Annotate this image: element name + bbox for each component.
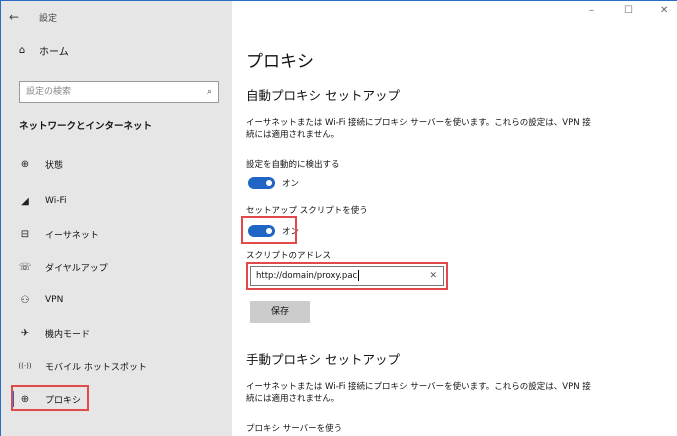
- sidebar-item-ethernet[interactable]: ⊟ イーサネット: [11, 223, 226, 245]
- home-icon: ⌂: [18, 45, 26, 56]
- section-heading: ネットワークとインターネット: [19, 121, 153, 132]
- sidebar-item-label: 状態: [45, 160, 64, 171]
- sidebar-item-label: モバイル ホットスポット: [45, 362, 147, 373]
- ethernet-icon: ⊟: [20, 228, 30, 240]
- maximize-icon[interactable]: ☐: [624, 5, 633, 16]
- vpn-icon: ⚇: [20, 294, 30, 306]
- settings-window: ← 設定 ⌂ ホーム 設定の検索 ⌕ ネットワークとインターネット ⊕ 状態 ◢…: [0, 0, 677, 436]
- manual-proxy-description: イーサネットまたは Wi-Fi 接続にプロキシ サーバーを使います。これらの設定…: [246, 382, 591, 404]
- sidebar-item-wifi[interactable]: ◢ Wi-Fi: [11, 190, 226, 212]
- sidebar-item-label: Wi-Fi: [45, 196, 67, 206]
- title-bar: ← 設定: [1, 1, 232, 33]
- auto-proxy-description: イーサネットまたは Wi-Fi 接続にプロキシ サーバーを使います。これらの設定…: [246, 118, 591, 140]
- page-title: プロキシ: [246, 52, 314, 72]
- save-button[interactable]: 保存: [250, 301, 310, 323]
- highlight-box-proxy-nav: [11, 385, 89, 411]
- setup-script-label: セットアップ スクリプトを使う: [246, 206, 368, 216]
- highlight-box-address: [246, 262, 448, 290]
- sidebar-item-mobile-hotspot[interactable]: ((·)) モバイル ホットスポット: [11, 355, 226, 377]
- home-nav[interactable]: ⌂ ホーム: [15, 43, 69, 58]
- search-placeholder: 設定の検索: [26, 87, 72, 97]
- sidebar-item-airplane-mode[interactable]: ✈ 機内モード: [11, 322, 226, 344]
- script-address-label: スクリプトのアドレス: [246, 251, 332, 261]
- manual-proxy-heading: 手動プロキシ セットアップ: [246, 352, 400, 367]
- status-globe-icon: ⊕: [20, 158, 30, 170]
- hotspot-icon: ((·)): [18, 362, 32, 370]
- sidebar-item-label: 機内モード: [45, 329, 91, 340]
- sidebar-item-vpn[interactable]: ⚇ VPN: [11, 289, 226, 311]
- main-content: – ☐ ✕ プロキシ 自動プロキシ セットアップ イーサネットまたは Wi-Fi…: [232, 1, 677, 436]
- auto-proxy-heading: 自動プロキシ セットアップ: [246, 88, 400, 103]
- sidebar: ← 設定 ⌂ ホーム 設定の検索 ⌕ ネットワークとインターネット ⊕ 状態 ◢…: [1, 1, 232, 436]
- close-icon[interactable]: ✕: [660, 5, 668, 16]
- sidebar-item-status[interactable]: ⊕ 状態: [11, 153, 226, 175]
- detect-settings-toggle-row: オン: [248, 177, 299, 189]
- wifi-icon: ◢: [21, 195, 29, 207]
- home-label: ホーム: [39, 47, 69, 58]
- sidebar-item-label: イーサネット: [45, 230, 99, 241]
- use-proxy-server-label: プロキシ サーバーを使う: [246, 424, 343, 434]
- highlight-box-setup-toggle: [241, 216, 297, 244]
- dialup-icon: ☏: [18, 261, 32, 273]
- minimize-icon[interactable]: –: [589, 5, 594, 16]
- sidebar-item-dialup[interactable]: ☏ ダイヤルアップ: [11, 256, 226, 278]
- app-title: 設定: [39, 13, 58, 24]
- airplane-icon: ✈: [20, 327, 30, 339]
- settings-search-input[interactable]: 設定の検索 ⌕: [19, 81, 219, 103]
- detect-settings-toggle[interactable]: [248, 177, 275, 189]
- search-icon[interactable]: ⌕: [207, 82, 212, 102]
- sidebar-item-label: VPN: [45, 295, 64, 305]
- toggle-knob: [266, 180, 272, 186]
- toggle-state-label: オン: [282, 179, 300, 189]
- back-arrow-icon[interactable]: ←: [9, 10, 29, 24]
- sidebar-item-label: ダイヤルアップ: [45, 263, 108, 274]
- detect-settings-label: 設定を自動的に検出する: [246, 160, 340, 170]
